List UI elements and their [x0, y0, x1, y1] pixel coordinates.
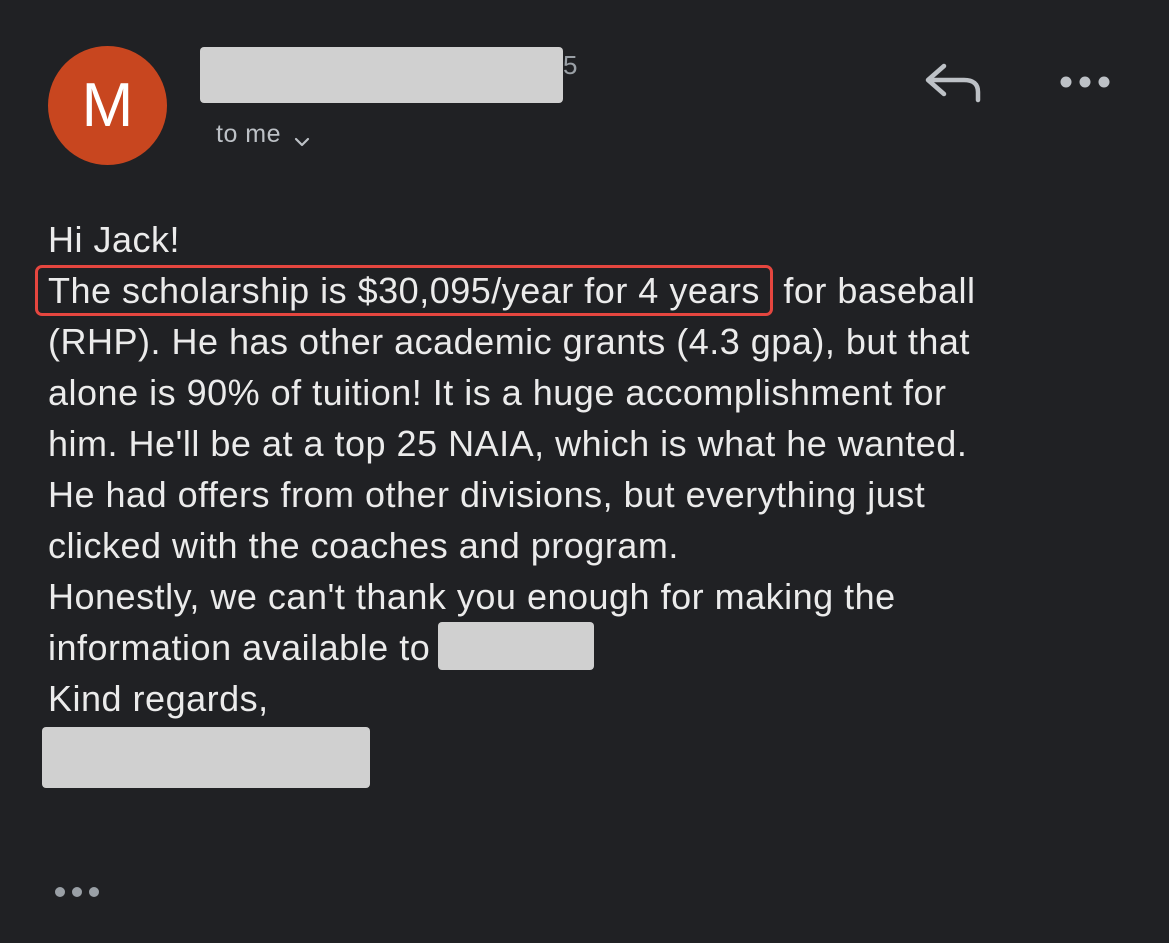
- body-line-5: He had offers from other divisions, but …: [48, 474, 926, 515]
- body-line-6: clicked with the coaches and program.: [48, 525, 679, 566]
- body-line-1: The scholarship is $30,095/year for 4 ye…: [35, 265, 1108, 316]
- sender-name-tail: 5: [563, 50, 578, 80]
- body-line-4: him. He'll be at a top 25 NAIA, which is…: [48, 423, 968, 464]
- chevron-down-icon: [293, 129, 311, 147]
- recipient-name-redacted: [438, 622, 595, 671]
- body-line-2: (RHP). He has other academic grants (4.3…: [48, 321, 970, 362]
- more-options-icon[interactable]: [1058, 70, 1114, 94]
- body-line-3: alone is 90% of tuition! It is a huge ac…: [48, 372, 947, 413]
- recipient-details-toggle[interactable]: to me: [216, 120, 311, 149]
- body-line-7: Honestly, we can't thank you enough for …: [48, 576, 896, 617]
- avatar[interactable]: M: [48, 46, 167, 165]
- recipient-label: to me: [216, 120, 282, 148]
- greeting: Hi Jack!: [48, 219, 181, 260]
- highlighted-scholarship-text: The scholarship is $30,095/year for 4 ye…: [35, 265, 773, 316]
- body-line-1-rest: for baseball: [783, 270, 976, 311]
- ellipsis-icon[interactable]: [52, 880, 104, 904]
- body-line-8: information available to: [48, 622, 1108, 673]
- closing: Kind regards,: [48, 678, 269, 719]
- message-body: Hi Jack! The scholarship is $30,095/year…: [35, 214, 1108, 724]
- signature-redacted: [42, 727, 370, 788]
- sender-name-redacted: [200, 47, 563, 103]
- reply-icon[interactable]: [922, 58, 986, 106]
- body-line-8-text: information available to: [48, 627, 431, 668]
